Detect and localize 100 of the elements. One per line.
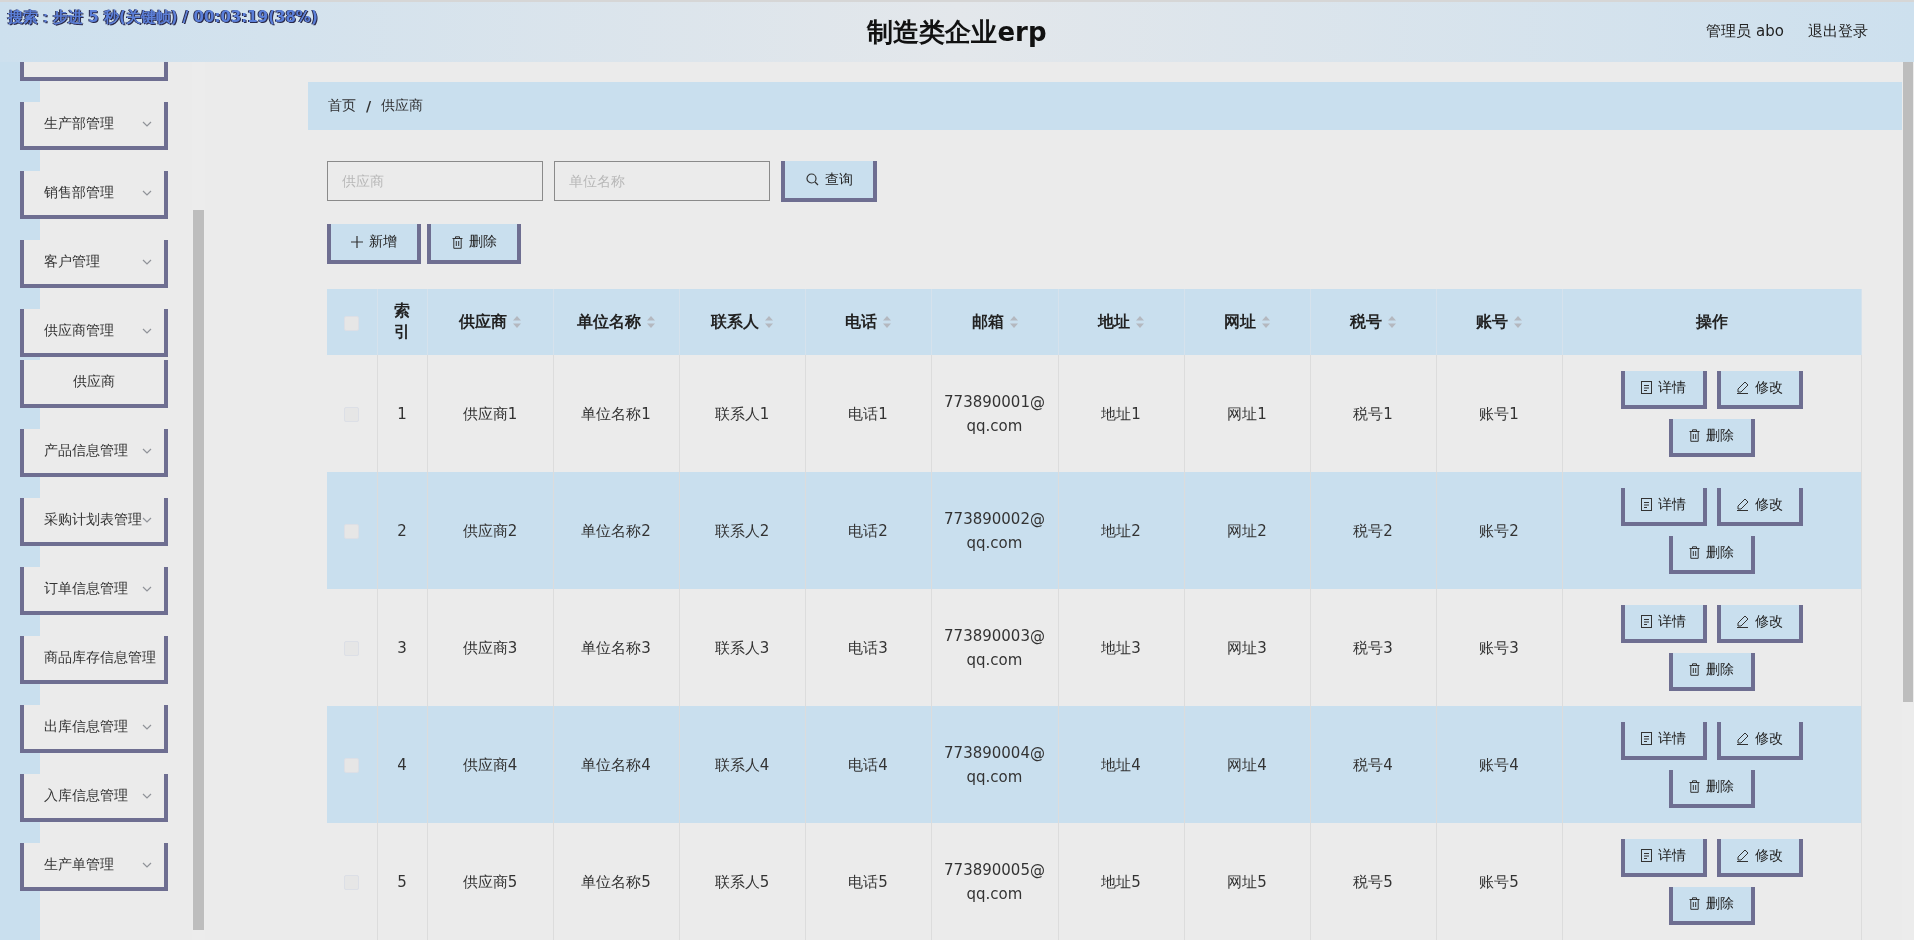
delete-button[interactable]: 删除	[1668, 418, 1755, 457]
sort-icon[interactable]	[647, 316, 655, 328]
sort-icon[interactable]	[513, 316, 521, 328]
pencil-icon	[1736, 732, 1749, 745]
edit-button[interactable]: 修改	[1716, 487, 1803, 526]
menu-item[interactable]: 订单信息管理	[20, 567, 168, 615]
table-cell-text: 单位名称5	[581, 871, 651, 893]
table-cell-text: 联系人2	[714, 520, 770, 542]
row-checkbox[interactable]	[344, 757, 360, 773]
table-cell-text: 供应商5	[462, 871, 518, 893]
table-cell-text: 网址1	[1227, 403, 1267, 425]
breadcrumb-link[interactable]: 供应商	[381, 97, 424, 115]
column-header: 邮箱	[971, 311, 1004, 333]
menu-item[interactable]: 采购计划表管理	[20, 498, 168, 546]
table-cell-text: 供应商4	[462, 754, 518, 776]
menu-item[interactable]: 入库信息管理	[20, 774, 168, 822]
column-header: 网址	[1224, 311, 1256, 333]
document-icon	[1641, 381, 1652, 394]
edit-button[interactable]: 修改	[1716, 604, 1803, 643]
menu-item[interactable]: 产品信息管理	[20, 429, 168, 477]
menu-item[interactable]: 商品库存信息管理	[20, 636, 168, 684]
table-cell-text: 供应商3	[462, 637, 518, 659]
delete-button[interactable]: 删除	[1668, 652, 1755, 691]
breadcrumb-separator: /	[366, 98, 372, 114]
table-cell-text: 773890005@qq.com	[943, 859, 1046, 905]
document-icon	[1641, 849, 1652, 862]
table-cell-text: 账号4	[1479, 754, 1519, 776]
table-cell-text: 电话5	[848, 871, 888, 893]
sort-icon[interactable]	[883, 316, 891, 328]
table-cell-text: 地址3	[1101, 637, 1141, 659]
logout-link[interactable]: 退出登录	[1808, 22, 1868, 41]
add-button[interactable]: 新增	[327, 224, 421, 264]
menu-item[interactable]: 生产单管理	[20, 843, 168, 891]
pencil-icon	[1736, 498, 1749, 511]
search-button[interactable]: 查询	[781, 161, 877, 202]
sort-icon[interactable]	[1262, 316, 1270, 328]
table-cell-text: 联系人1	[714, 403, 770, 425]
menu-item[interactable]: 生产部管理	[20, 102, 168, 150]
submenu-item[interactable]: 供应商	[20, 360, 168, 408]
sort-icon[interactable]	[1388, 316, 1396, 328]
chevron-icon	[142, 328, 152, 334]
user-name: 管理员 abo	[1706, 22, 1784, 41]
breadcrumb-link[interactable]: 首页	[328, 97, 356, 115]
details-button[interactable]: 详情	[1620, 370, 1707, 409]
details-button[interactable]: 详情	[1620, 604, 1707, 643]
document-icon	[1641, 498, 1652, 511]
table-cell-text: 773890003@qq.com	[943, 625, 1046, 671]
table-cell-text: 电话3	[848, 637, 888, 659]
trash-icon	[1689, 546, 1700, 559]
sort-icon[interactable]	[765, 316, 773, 328]
table-cell-text: 电话4	[848, 754, 888, 776]
trash-icon	[1689, 897, 1700, 910]
table-cell-text: 账号5	[1479, 871, 1519, 893]
sort-icon[interactable]	[1009, 316, 1018, 328]
delete-button[interactable]: 删除	[427, 224, 521, 264]
chevron-icon	[142, 448, 152, 454]
table-cell-text: 供应商1	[462, 403, 518, 425]
delete-button[interactable]: 删除	[1668, 535, 1755, 574]
table-cell-text: 联系人3	[714, 637, 770, 659]
menu-item[interactable]: 出库信息管理	[20, 705, 168, 753]
menu-item[interactable]: 销售部管理	[20, 171, 168, 219]
chevron-icon	[142, 586, 152, 592]
menu-item[interactable]: 客户管理	[20, 240, 168, 288]
table-cell-text: 单位名称4	[581, 754, 651, 776]
details-button[interactable]: 详情	[1620, 721, 1707, 760]
table-cell-text: 773890004@qq.com	[943, 742, 1046, 788]
chevron-icon	[142, 190, 152, 196]
chevron-icon	[142, 517, 152, 523]
overlay-text: 搜索：步进 5 秒(关键帧) / 00:03:19(38%)	[8, 8, 318, 27]
table-cell-text: 税号3	[1353, 637, 1393, 659]
details-button[interactable]: 详情	[1620, 487, 1707, 526]
table-cell-text: 账号2	[1479, 520, 1519, 542]
details-button[interactable]: 详情	[1620, 838, 1707, 877]
trash-icon	[1689, 429, 1700, 442]
table-cell-text: 4	[397, 754, 407, 776]
sort-icon[interactable]	[1514, 316, 1522, 328]
sort-icon[interactable]	[1136, 316, 1144, 328]
table-cell-text: 网址2	[1227, 520, 1267, 542]
column-header: 单位名称	[577, 311, 641, 333]
menu-item[interactable]: 供应商管理	[20, 309, 168, 357]
scrollbar[interactable]	[193, 210, 204, 930]
pencil-icon	[1736, 381, 1749, 394]
scrollbar[interactable]	[1903, 62, 1913, 702]
search-icon	[805, 173, 819, 186]
trash-icon	[1689, 780, 1700, 793]
chevron-icon	[142, 724, 152, 730]
menu-item[interactable]	[20, 62, 168, 81]
table-cell-text: 773890001@qq.com	[943, 391, 1046, 437]
row-checkbox[interactable]	[344, 523, 360, 539]
table-cell-text: 税号2	[1353, 520, 1393, 542]
edit-button[interactable]: 修改	[1716, 838, 1803, 877]
delete-button[interactable]: 删除	[1668, 769, 1755, 808]
chevron-icon	[142, 862, 152, 868]
select-all-checkbox[interactable]	[344, 315, 360, 331]
table-cell-text: 税号1	[1353, 403, 1393, 425]
edit-button[interactable]: 修改	[1716, 721, 1803, 760]
table-cell-text: 联系人4	[714, 754, 770, 776]
table-cell-text: 单位名称3	[581, 637, 651, 659]
edit-button[interactable]: 修改	[1716, 370, 1803, 409]
delete-button[interactable]: 删除	[1668, 886, 1755, 925]
